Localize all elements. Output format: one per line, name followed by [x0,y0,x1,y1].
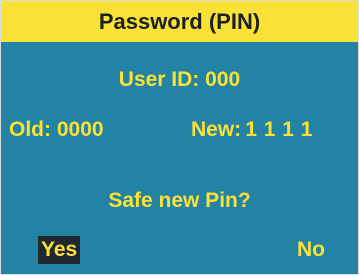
new-pin-value: 1111 [245,118,321,141]
confirm-question: Safe new Pin? [108,189,251,212]
new-pin-label: New: [191,118,242,141]
user-id-value: 000 [205,68,241,91]
screen-title: Password (PIN) [1,1,358,42]
yes-option[interactable]: Yes [38,236,81,264]
old-pin-value: 0000 [56,118,104,141]
pin-change-screen: Password (PIN) User ID: 000 Old: 0000 Ne… [0,0,359,275]
no-option[interactable]: No [297,236,325,264]
user-id-line: User ID: 000 [1,67,358,93]
new-pin-line: New: 1111 [191,117,320,143]
old-pin-label: Old: [9,118,51,141]
user-id-label: User ID: [118,68,200,91]
old-pin-line: Old: 0000 [9,117,104,143]
